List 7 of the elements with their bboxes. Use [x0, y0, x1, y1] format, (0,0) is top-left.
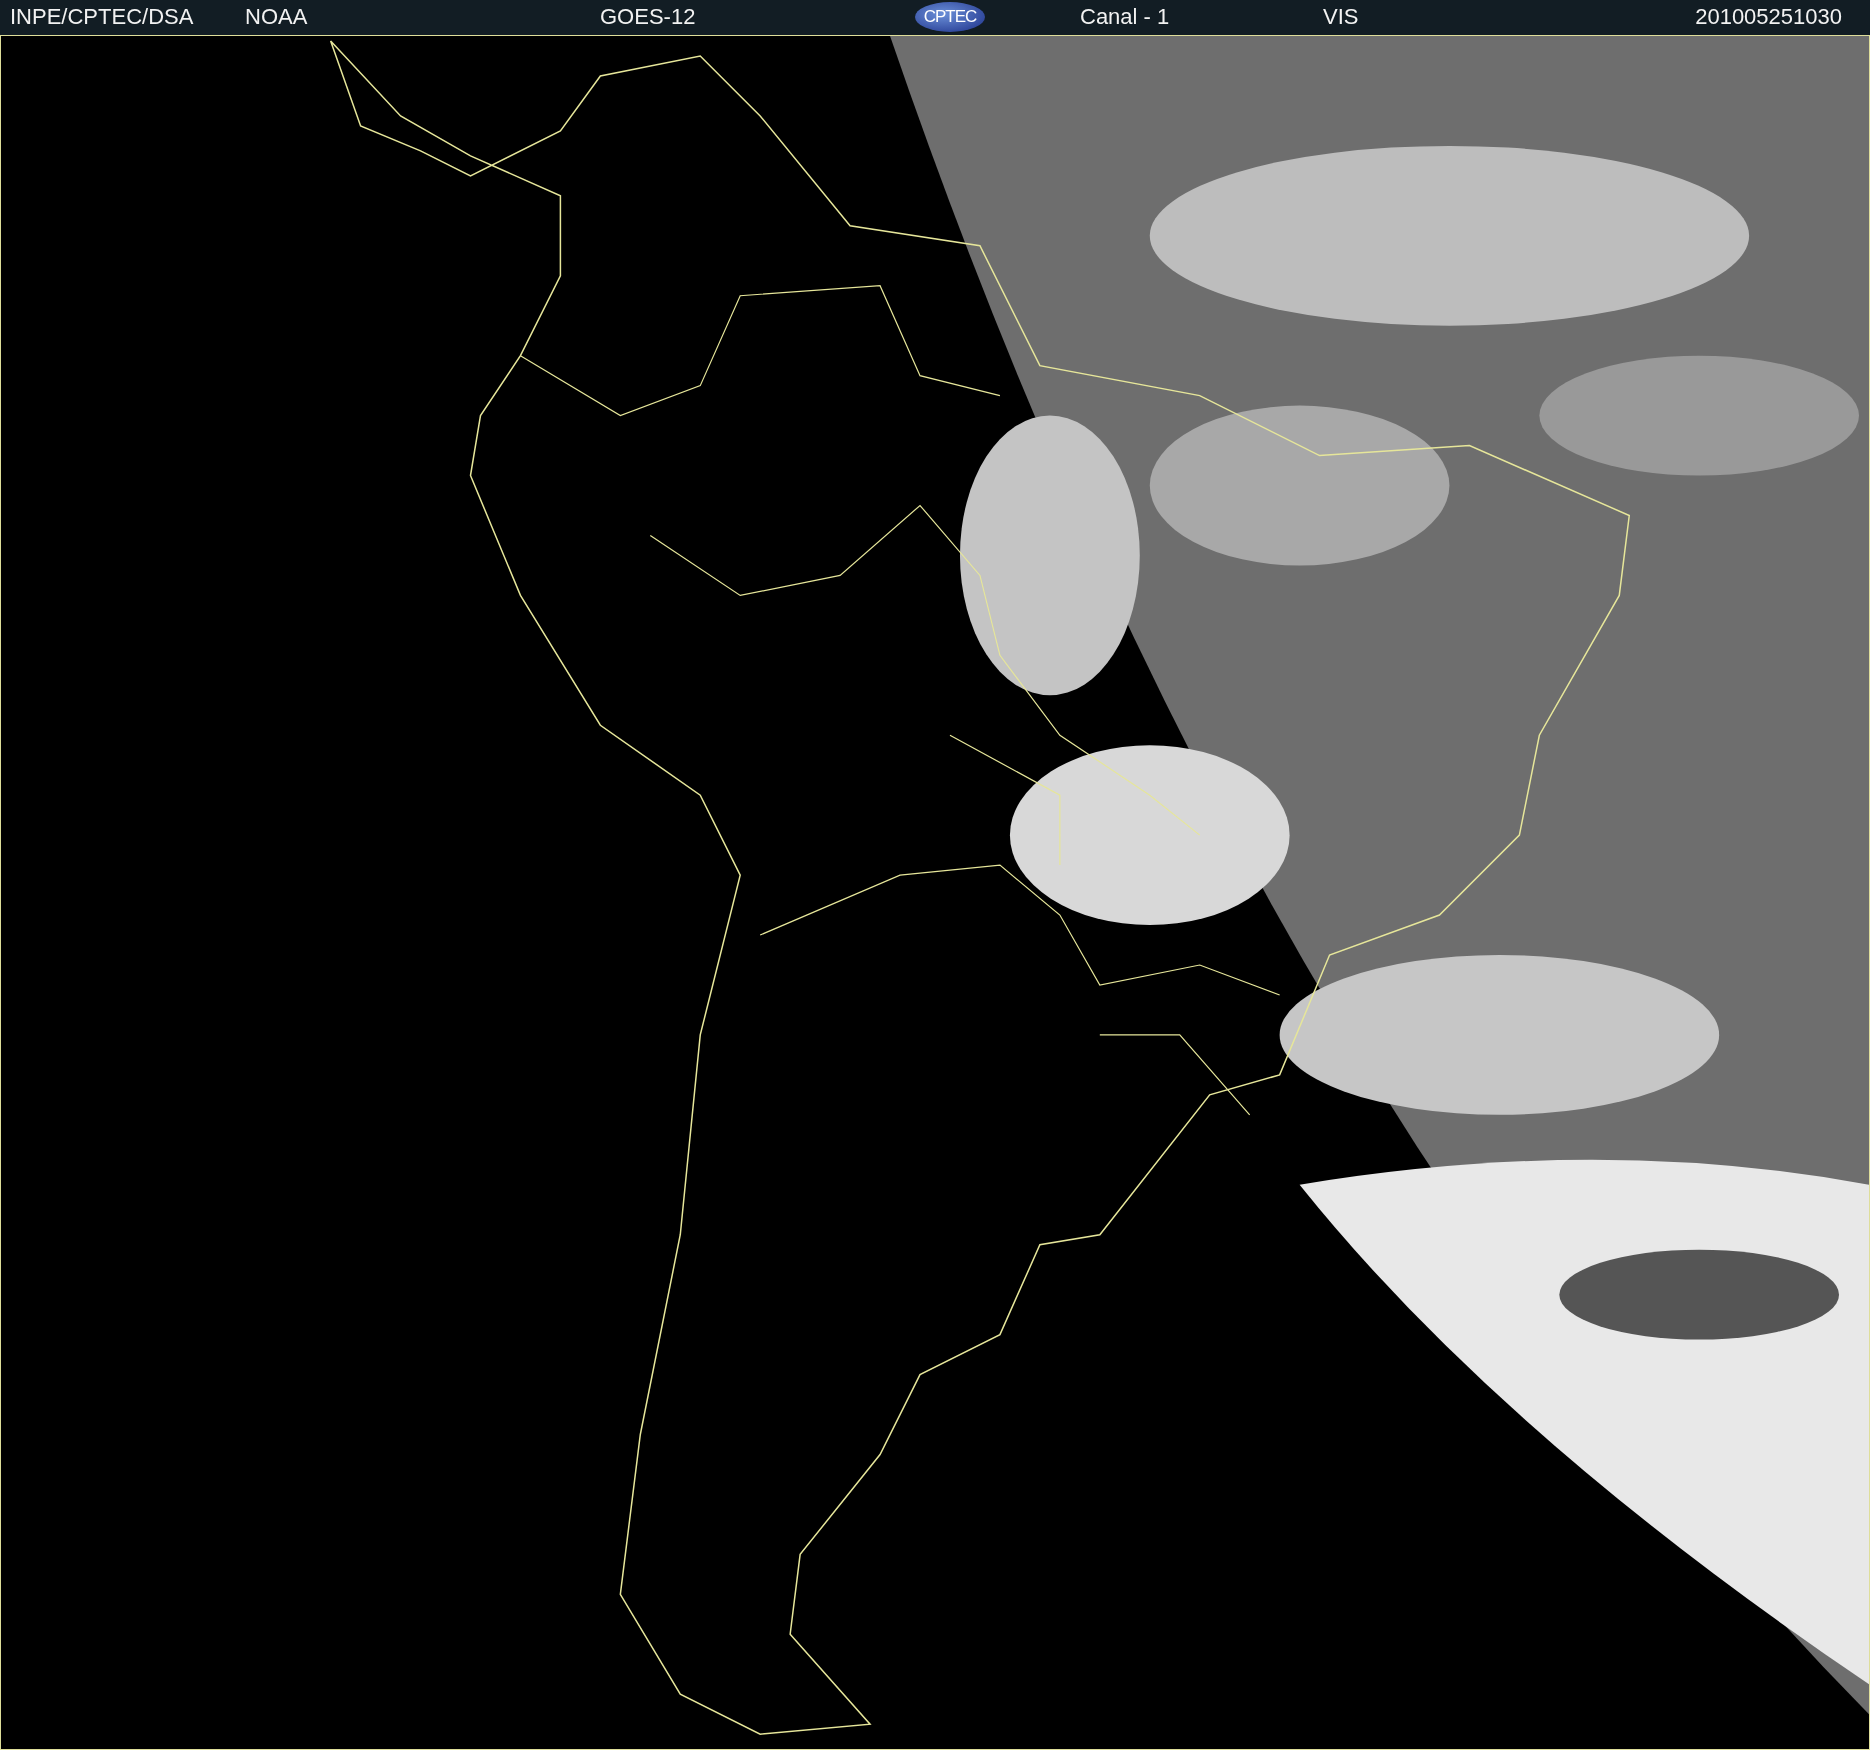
header-label: GOES-12 — [600, 4, 696, 31]
logo: CPTEC — [915, 2, 985, 33]
header-label: Canal - 1 — [1080, 4, 1170, 31]
header-label: NOAA — [245, 4, 308, 31]
header-label: VIS — [1323, 4, 1359, 31]
timestamp: 201005251030 — [1695, 4, 1842, 31]
header-label: INPE/CPTEC/DSA — [10, 4, 194, 31]
